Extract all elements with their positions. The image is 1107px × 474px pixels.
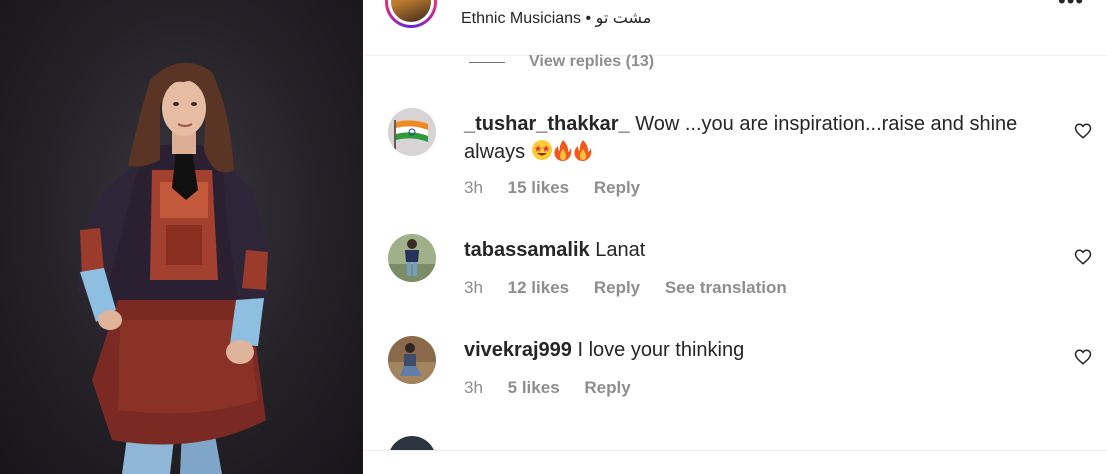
like-heart-icon[interactable] xyxy=(1074,122,1092,140)
post-photo xyxy=(78,62,268,474)
post-header: Ethnic Musicians • مشت تو ••• xyxy=(363,0,1107,56)
comment-username[interactable]: vivekraj999 xyxy=(464,339,572,361)
comment-time[interactable]: 3h xyxy=(464,178,483,197)
commenter-avatar[interactable] xyxy=(388,336,436,384)
commenter-avatar[interactable] xyxy=(388,234,436,282)
comment-meta: 3h 12 likes Reply See translation xyxy=(464,278,807,298)
comment-body: vivekraj999 I love your thinking xyxy=(464,336,1049,364)
header-separator: • xyxy=(585,10,592,27)
person-avatar-image xyxy=(388,234,436,282)
like-heart-icon[interactable] xyxy=(1074,348,1092,366)
comment-meta: 3h 15 likes Reply xyxy=(464,178,660,198)
star-struck-emoji-icon xyxy=(531,140,552,160)
account-avatar[interactable] xyxy=(385,0,437,28)
fire-emoji-icon xyxy=(574,140,591,161)
see-translation-button[interactable]: See translation xyxy=(665,278,787,297)
flag-avatar-image xyxy=(388,108,436,156)
view-replies-label: View replies (13) xyxy=(529,53,655,70)
fire-emoji-icon xyxy=(554,140,571,161)
more-options-icon[interactable]: ••• xyxy=(1058,0,1084,12)
comment-time[interactable]: 3h xyxy=(464,378,483,397)
location[interactable]: مشت تو xyxy=(596,10,652,27)
header-info: Ethnic Musicians • مشت تو xyxy=(461,8,651,28)
like-heart-icon[interactable] xyxy=(1074,248,1092,266)
comment-text: Lanat xyxy=(595,239,646,261)
view-replies-button[interactable]: View replies (13) xyxy=(469,52,654,72)
comment-username[interactable]: _tushar_thakkar_ xyxy=(464,113,630,135)
person-avatar-image xyxy=(388,336,436,384)
comments-bottom-divider xyxy=(363,450,1107,474)
comment-time[interactable]: 3h xyxy=(464,278,483,297)
comment-likes[interactable]: 15 likes xyxy=(508,178,569,197)
comment-body: tabassamalik Lanat xyxy=(464,236,1049,264)
commenter-avatar[interactable] xyxy=(388,108,436,156)
comment-likes[interactable]: 5 likes xyxy=(508,378,560,397)
post-media[interactable] xyxy=(0,0,363,474)
account-name[interactable]: Ethnic Musicians xyxy=(461,10,581,27)
comment-likes[interactable]: 12 likes xyxy=(508,278,569,297)
replies-divider xyxy=(469,61,505,63)
comment-meta: 3h 5 likes Reply xyxy=(464,378,651,398)
reply-button[interactable]: Reply xyxy=(594,278,640,297)
comment-body: _tushar_thakkar_ Wow ...you are inspirat… xyxy=(464,110,1049,166)
reply-button[interactable]: Reply xyxy=(594,178,640,197)
comment-username[interactable]: tabassamalik xyxy=(464,239,590,261)
reply-button[interactable]: Reply xyxy=(584,378,630,397)
comment-text: I love your thinking xyxy=(577,339,745,361)
comment-emojis xyxy=(531,140,593,163)
comments-panel: Ethnic Musicians • مشت تو ••• View repli… xyxy=(363,0,1107,474)
